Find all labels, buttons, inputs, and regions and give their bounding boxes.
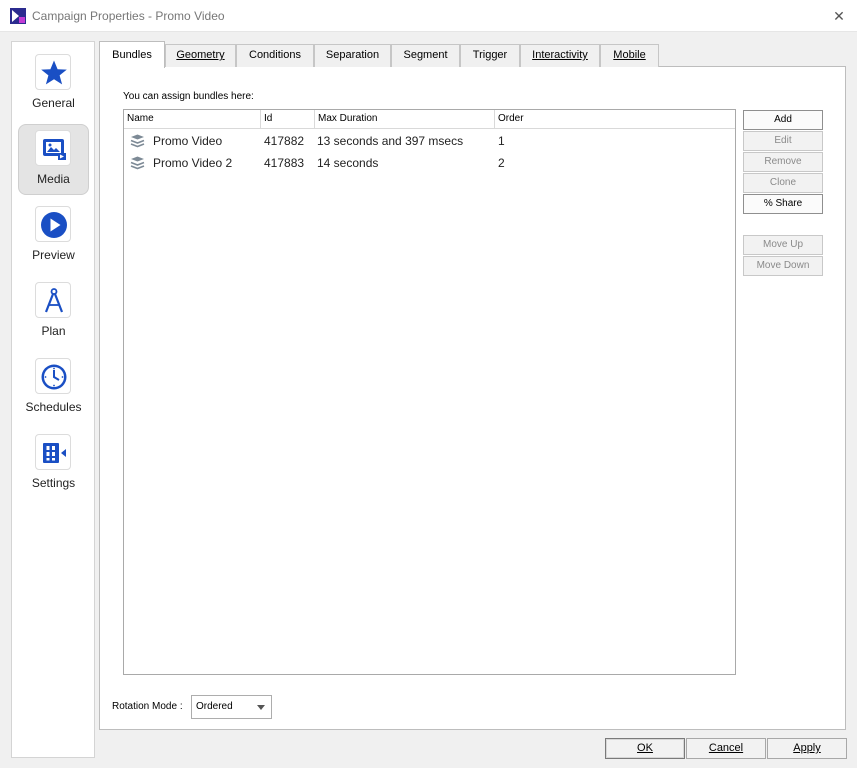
tab-segment[interactable]: Segment [391,44,460,67]
settings-icon [35,434,71,470]
rotation-mode-label: Rotation Mode : [112,701,183,712]
column-header-id[interactable]: Id [261,110,315,129]
ok-label: OK [637,742,653,754]
cell-id: 417882 [264,134,305,148]
bundles-hint: You can assign bundles here: [123,91,254,102]
sidebar-item-label: Settings [31,476,76,490]
sidebar-item-general[interactable]: General [18,48,89,119]
rotation-mode-select[interactable]: Ordered [191,695,272,719]
sidebar-item-schedules[interactable]: Schedules [18,352,89,423]
sidebar-item-settings[interactable]: Settings [18,428,89,499]
sidebar-item-preview[interactable]: Preview [18,200,89,271]
bundle-stack-icon [130,134,145,148]
sidebar: General Media Preview Plan Schedules Set… [11,41,95,758]
cell-duration: 13 seconds and 397 msecs [317,134,464,148]
media-icon [35,130,71,166]
title-bar: Campaign Properties - Promo Video ✕ [0,0,857,32]
window-title: Campaign Properties - Promo Video [32,9,225,23]
tab-label: Bundles [112,49,152,61]
column-header-name[interactable]: Name [124,110,261,129]
table-header: Name Id Max Duration Order [124,110,735,129]
apply-button[interactable]: Apply [767,738,847,759]
sidebar-item-label: General [32,96,75,110]
close-button[interactable]: ✕ [829,6,849,26]
tab-separation[interactable]: Separation [314,44,391,67]
sidebar-item-label: Media [37,172,70,186]
tab-label: Separation [325,49,380,61]
play-icon [35,206,71,242]
tab-mobile[interactable]: Mobile [600,44,659,67]
tab-trigger[interactable]: Trigger [460,44,520,67]
bundles-table[interactable]: Name Id Max Duration Order Promo Video 4… [123,109,736,675]
clock-icon [35,358,71,394]
tab-label: Segment [403,49,448,61]
column-header-max-duration[interactable]: Max Duration [315,110,495,129]
cell-order: 2 [498,156,505,170]
tab-label: Geometry [176,49,225,61]
edit-button[interactable]: Edit [743,131,823,151]
cell-name: Promo Video [153,134,223,148]
remove-button[interactable]: Remove [743,152,823,172]
bundle-stack-icon [130,156,145,170]
tab-geometry[interactable]: Geometry [165,44,236,67]
tab-label: Conditions [249,49,301,61]
tab-label: Trigger [472,49,508,61]
chevron-down-icon [257,705,265,710]
clone-button[interactable]: Clone [743,173,823,193]
cell-duration: 14 seconds [317,156,379,170]
sidebar-item-label: Schedules [25,400,82,414]
sidebar-item-label: Plan [41,324,66,338]
cancel-button[interactable]: Cancel [686,738,766,759]
table-row[interactable]: Promo Video 417882 13 seconds and 397 ms… [124,130,735,152]
add-button[interactable]: Add [743,110,823,130]
tab-bundles[interactable]: Bundles [99,41,165,68]
cell-name: Promo Video 2 [153,156,233,170]
cancel-label: Cancel [708,742,744,754]
sidebar-item-plan[interactable]: Plan [18,276,89,347]
tab-conditions[interactable]: Conditions [236,44,314,67]
cell-order: 1 [498,134,505,148]
table-row[interactable]: Promo Video 2 417883 14 seconds 2 [124,152,735,174]
sidebar-item-label: Preview [32,248,75,262]
compass-icon [35,282,71,318]
sidebar-item-media[interactable]: Media [18,124,89,195]
rotation-mode-value: Ordered [196,701,233,712]
move-up-button[interactable]: Move Up [743,235,823,255]
move-down-button[interactable]: Move Down [743,256,823,276]
share-button[interactable]: % Share [743,194,823,214]
tab-interactivity[interactable]: Interactivity [520,44,600,67]
tab-label: Mobile [613,49,646,61]
apply-label: Apply [793,742,821,754]
star-icon [35,54,71,90]
app-logo-icon [10,8,26,24]
cell-id: 417883 [264,156,305,170]
ok-button[interactable]: OK [605,738,685,759]
column-header-order[interactable]: Order [495,110,735,129]
tab-label: Interactivity [532,49,588,61]
